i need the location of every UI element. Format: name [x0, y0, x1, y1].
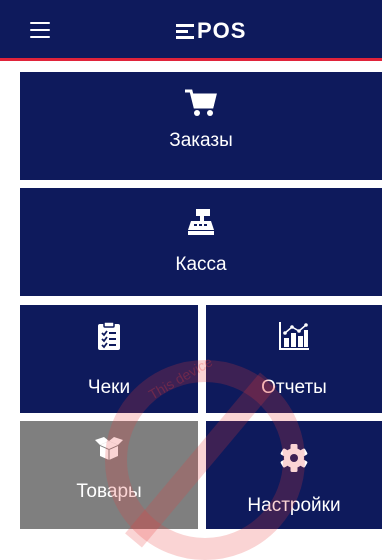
clipboard-checklist-icon	[97, 321, 121, 351]
cash-register-label: Касса	[175, 254, 227, 275]
menu-button[interactable]	[30, 22, 50, 38]
logo-text: POS	[197, 18, 247, 43]
app-logo: POS	[176, 19, 246, 43]
bar-chart-icon	[278, 321, 310, 351]
gear-icon	[279, 443, 309, 473]
receipts-label: Чеки	[87, 377, 131, 398]
receipts-tile[interactable]: Чеки	[20, 305, 198, 413]
hamburger-icon	[30, 22, 50, 24]
orders-label: Заказы	[169, 130, 233, 151]
box-open-icon	[94, 435, 124, 461]
cash-register-icon	[187, 208, 215, 236]
app-header: POS	[0, 0, 382, 58]
reports-label: Отчеты	[261, 377, 327, 398]
settings-tile[interactable]: Настройки	[206, 421, 382, 529]
hamburger-icon-bar	[30, 29, 50, 31]
hamburger-icon-bar	[30, 36, 50, 38]
cash-register-tile[interactable]: Касса	[20, 188, 382, 296]
reports-tile[interactable]: Отчеты	[206, 305, 382, 413]
logo-e-mark	[176, 23, 194, 39]
products-label: Товары	[76, 481, 142, 502]
header-accent-line	[0, 58, 382, 61]
products-tile[interactable]: Товары	[20, 421, 198, 529]
orders-tile[interactable]: Заказы	[20, 72, 382, 180]
settings-label: Настройки	[247, 495, 341, 516]
cart-icon	[184, 88, 218, 118]
